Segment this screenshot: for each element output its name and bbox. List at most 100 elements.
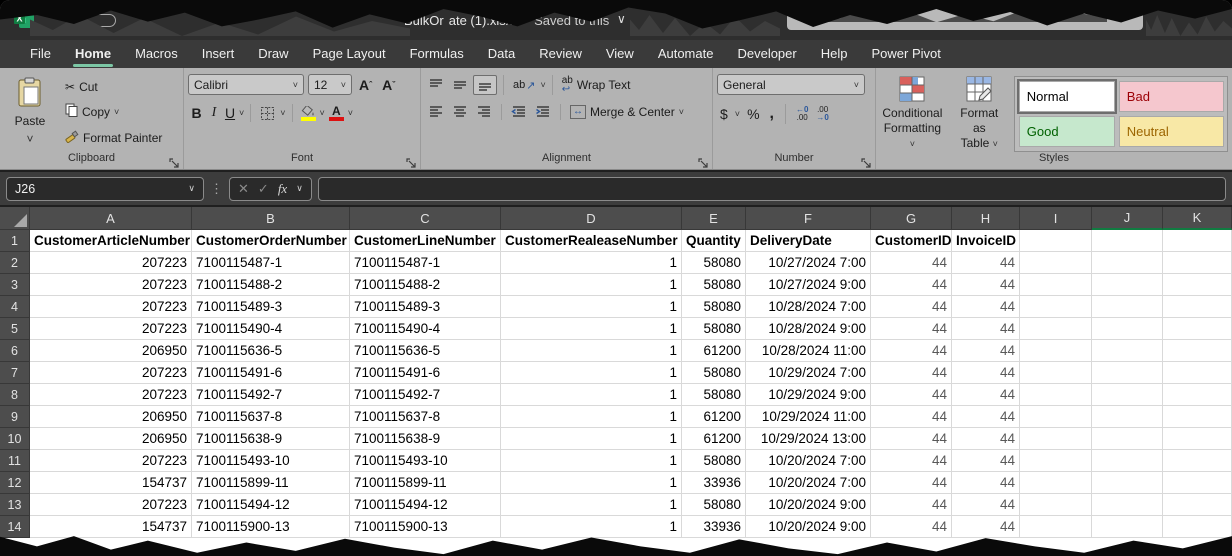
cell-G4[interactable]: 44 [871,296,952,318]
bold-button[interactable]: B [188,103,205,123]
tab-draw[interactable]: Draw [246,41,300,67]
cell-H10[interactable]: 44 [952,428,1020,450]
decrease-decimal-button[interactable]: .00 →0 [814,105,830,123]
orientation-chevron-icon[interactable]: ˅ [540,80,545,90]
cell-K1[interactable] [1163,230,1232,252]
fill-color-button[interactable] [299,105,318,122]
cell-F3[interactable]: 10/27/2024 9:00 [746,274,871,296]
cell-E3[interactable]: 58080 [682,274,746,296]
number-dialog-launcher-icon[interactable] [861,156,872,167]
cell-C6[interactable]: 7100115636-5 [350,340,501,362]
increase-decimal-button[interactable]: ←0 .00 [794,105,810,123]
currency-chevron-icon[interactable]: ˅ [735,109,740,119]
format-painter-button[interactable]: Format Painter [62,127,165,148]
cell-J4[interactable] [1092,296,1163,318]
style-neutral[interactable]: Neutral [1119,116,1224,147]
cell-H5[interactable]: 44 [952,318,1020,340]
cell-B13[interactable]: 7100115494-12 [192,494,350,516]
row-header-7[interactable]: 7 [0,362,30,384]
cell-D3[interactable]: 1 [501,274,682,296]
cell-D5[interactable]: 1 [501,318,682,340]
cell-F14[interactable]: 10/20/2024 9:00 [746,516,871,538]
cell-B7[interactable]: 7100115491-6 [192,362,350,384]
cell-B3[interactable]: 7100115488-2 [192,274,350,296]
cell-B8[interactable]: 7100115492-7 [192,384,350,406]
cell-I12[interactable] [1020,472,1092,494]
underline-chevron-icon[interactable]: ˅ [239,108,244,118]
cell-I5[interactable] [1020,318,1092,340]
cell-A13[interactable]: 207223 [30,494,192,516]
cell-F8[interactable]: 10/29/2024 9:00 [746,384,871,406]
column-header-I[interactable]: I [1020,207,1092,230]
bottom-align-button[interactable] [473,75,497,95]
cell-F2[interactable]: 10/27/2024 7:00 [746,252,871,274]
cell-E13[interactable]: 58080 [682,494,746,516]
cell-I4[interactable] [1020,296,1092,318]
tab-view[interactable]: View [594,41,646,67]
cell-K5[interactable] [1163,318,1232,340]
comma-style-button[interactable]: , [767,103,777,125]
column-header-H[interactable]: H [952,207,1020,230]
cell-H12[interactable]: 44 [952,472,1020,494]
font-color-chevron-icon[interactable]: ˅ [348,108,353,118]
cell-F13[interactable]: 10/20/2024 9:00 [746,494,871,516]
cell-B10[interactable]: 7100115638-9 [192,428,350,450]
cell-I13[interactable] [1020,494,1092,516]
fx-chevron-icon[interactable]: ∨ [296,183,303,194]
row-header-13[interactable]: 13 [0,494,30,516]
row-header-11[interactable]: 11 [0,450,30,472]
row-header-1[interactable]: 1 [0,230,30,252]
cell-C4[interactable]: 7100115489-3 [350,296,501,318]
cell-J6[interactable] [1092,340,1163,362]
conditional-formatting-button[interactable]: Conditional Formatting ˅ [880,74,945,152]
cell-K9[interactable] [1163,406,1232,428]
cell-J10[interactable] [1092,428,1163,450]
cell-A5[interactable]: 207223 [30,318,192,340]
cell-H6[interactable]: 44 [952,340,1020,362]
cell-F10[interactable]: 10/29/2024 13:00 [746,428,871,450]
style-good[interactable]: Good [1019,116,1115,147]
cell-K12[interactable] [1163,472,1232,494]
cell-D6[interactable]: 1 [501,340,682,362]
tab-insert[interactable]: Insert [190,41,247,67]
cell-F9[interactable]: 10/29/2024 11:00 [746,406,871,428]
cell-E12[interactable]: 33936 [682,472,746,494]
cell-H14[interactable]: 44 [952,516,1020,538]
cell-J9[interactable] [1092,406,1163,428]
copy-button[interactable]: Copy ˅ [62,101,165,122]
cell-E1[interactable]: Quantity [682,230,746,252]
cell-G9[interactable]: 44 [871,406,952,428]
number-format-select[interactable]: General ˅ [717,74,865,95]
cell-F12[interactable]: 10/20/2024 7:00 [746,472,871,494]
select-all-corner[interactable] [0,207,30,230]
underline-button[interactable]: U [223,103,237,123]
cell-K8[interactable] [1163,384,1232,406]
cell-D1[interactable]: CustomerRealeaseNumber [501,230,682,252]
cell-J14[interactable] [1092,516,1163,538]
tab-automate[interactable]: Automate [646,41,726,67]
cell-C2[interactable]: 7100115487-1 [350,252,501,274]
cell-A9[interactable]: 206950 [30,406,192,428]
cell-C10[interactable]: 7100115638-9 [350,428,501,450]
row-header-14[interactable]: 14 [0,516,30,538]
cell-K10[interactable] [1163,428,1232,450]
column-header-A[interactable]: A [30,207,192,230]
row-header-10[interactable]: 10 [0,428,30,450]
cell-D2[interactable]: 1 [501,252,682,274]
cell-A4[interactable]: 207223 [30,296,192,318]
cell-E14[interactable]: 33936 [682,516,746,538]
cell-H2[interactable]: 44 [952,252,1020,274]
cell-E8[interactable]: 58080 [682,384,746,406]
font-size-select[interactable]: 12 ˅ [308,74,352,95]
style-normal[interactable]: Normal [1019,81,1115,112]
wrap-text-button[interactable]: ab↩ Wrap Text [559,74,634,96]
title-chevron-icon[interactable]: ∨ [617,12,626,26]
tab-review[interactable]: Review [527,41,594,67]
cell-A8[interactable]: 207223 [30,384,192,406]
increase-font-size-button[interactable]: Aˆ [356,75,375,95]
cell-G3[interactable]: 44 [871,274,952,296]
cell-E7[interactable]: 58080 [682,362,746,384]
cell-C12[interactable]: 7100115899-11 [350,472,501,494]
cell-J1[interactable] [1092,230,1163,252]
increase-indent-button[interactable] [532,103,554,121]
